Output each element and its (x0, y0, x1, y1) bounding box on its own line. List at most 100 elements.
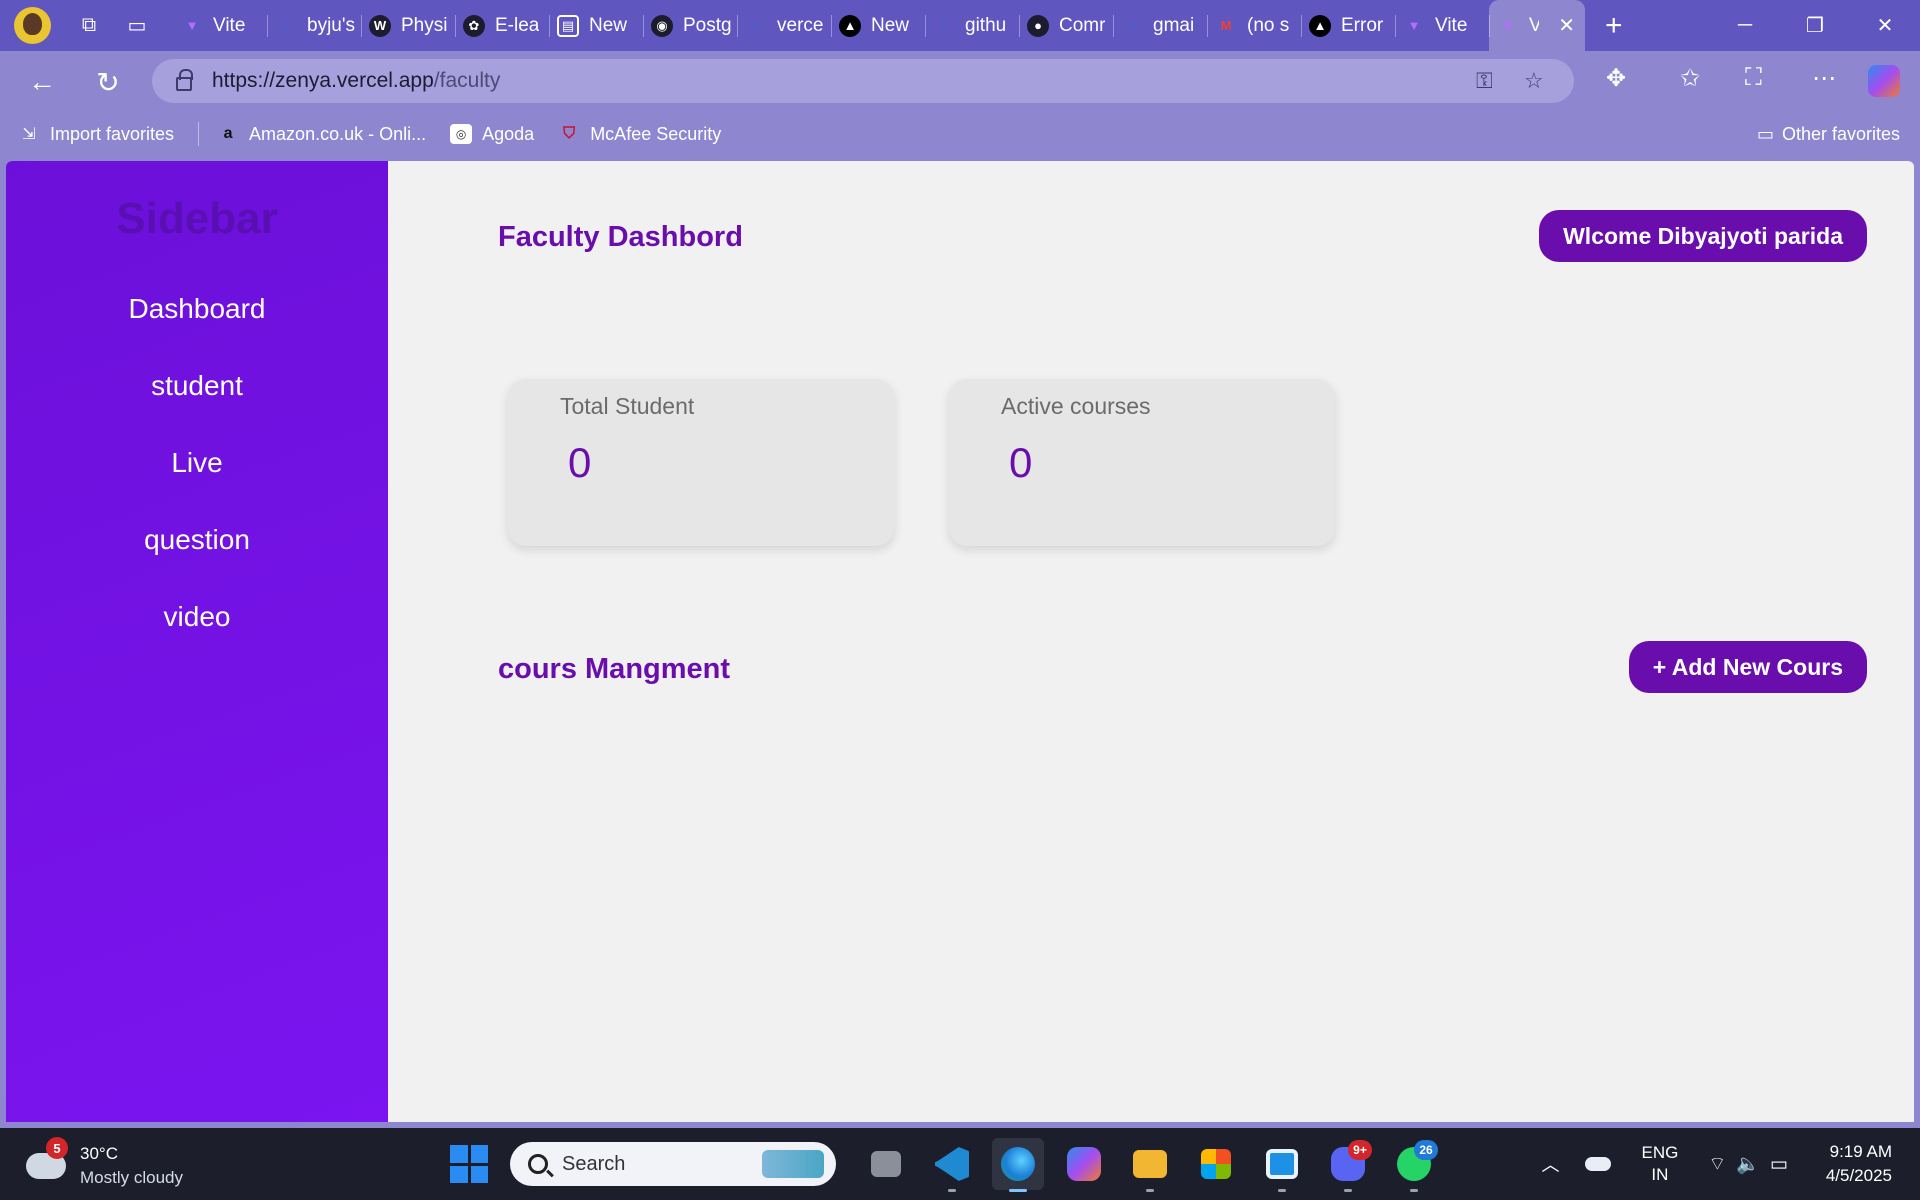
stat-card-total-students: Total Student 0 (508, 379, 894, 546)
search-icon: ○ (1128, 18, 1136, 33)
divider (198, 122, 200, 146)
sidebar-item-dashboard[interactable]: Dashboard (6, 270, 388, 347)
refresh-icon[interactable]: ↻ (90, 64, 126, 100)
chevron-up-icon[interactable]: ︿ (1541, 1151, 1559, 1177)
close-tab-icon[interactable]: ✕ (1558, 13, 1575, 38)
amazon-icon: a (223, 125, 233, 142)
profile-avatar[interactable] (14, 7, 51, 44)
browser-tab[interactable]: M (no s (1207, 0, 1301, 51)
microsoft-store-icon[interactable] (1190, 1138, 1242, 1190)
task-view-icon[interactable] (860, 1138, 912, 1190)
folder-icon: ▭ (1756, 123, 1774, 144)
search-icon (528, 1154, 548, 1174)
search-highlight-icon (762, 1150, 824, 1178)
vite-icon: ▼ (185, 18, 199, 33)
wordpress-icon: W (369, 14, 391, 37)
minimize-icon[interactable]: ─ (1710, 0, 1780, 51)
browser-tab[interactable]: ○ verce (737, 0, 831, 51)
file-explorer-icon[interactable] (1124, 1138, 1176, 1192)
vscode-icon[interactable] (926, 1138, 978, 1192)
browser-tab[interactable]: ▤ New (549, 0, 643, 51)
browser-tab[interactable]: ○ gmai (1113, 0, 1207, 51)
browser-tab[interactable]: ▲ New (831, 0, 925, 51)
sidebar-item-live[interactable]: Live (6, 424, 388, 501)
sidebar-item-video[interactable]: video (6, 578, 388, 655)
import-icon: ⇲ (22, 126, 36, 143)
vercel-icon: ▲ (839, 14, 861, 37)
add-new-course-button[interactable]: + Add New Cours (1628, 641, 1867, 693)
favorite-agoda[interactable]: ◎ Agoda (450, 124, 534, 145)
vertical-tabs-icon[interactable]: ▭ (117, 6, 157, 46)
browser-tab[interactable]: ✿ E-lea (455, 0, 549, 51)
weather-condition: Mostly cloudy (80, 1168, 183, 1187)
clock-time: 9:19 AM (1829, 1142, 1892, 1161)
windows-start-icon[interactable] (450, 1145, 488, 1183)
stat-value: 0 (1009, 439, 1033, 486)
sidebar-nav: Dashboard student Live question video (6, 270, 388, 655)
welcome-user-button[interactable]: Wlcome Dibyajyoti parida (1539, 210, 1867, 262)
browser-tab-active[interactable]: ▼ V ✕ (1489, 0, 1585, 51)
edge-icon[interactable] (992, 1138, 1044, 1192)
search-icon: ○ (282, 18, 290, 33)
clock-date: 4/5/2025 (1825, 1166, 1892, 1185)
screenshot-icon[interactable]: ⛶ (1745, 64, 1762, 92)
copilot-icon[interactable] (1868, 65, 1900, 97)
close-window-icon[interactable]: ✕ (1850, 0, 1920, 51)
lock-icon[interactable] (176, 69, 193, 91)
browser-tab[interactable]: ○ githu (925, 0, 1019, 51)
browser-tab[interactable]: ◉ Postg (643, 0, 737, 51)
stat-label: Active courses (1001, 393, 1151, 419)
whatsapp-icon[interactable]: 26 (1388, 1138, 1440, 1192)
wifi-volume-battery-icon[interactable]: ⌔🔈▭ (1708, 1152, 1797, 1176)
weather-text: 30°C Mostly cloudy (80, 1142, 183, 1190)
agoda-icon: ◎ (450, 124, 473, 144)
browser-tab[interactable]: ○ byju's (267, 0, 361, 51)
discord-icon[interactable]: 9+ (1322, 1138, 1374, 1192)
clock[interactable]: 9:19 AM 4/5/2025 (1826, 1140, 1892, 1188)
address-bar[interactable]: https://zenya.vercel.app/faculty ⚿ ☆ (152, 59, 1574, 103)
stat-label: Total Student (560, 393, 695, 419)
vite-icon: ▼ (1501, 18, 1515, 33)
sidebar-item-student[interactable]: student (6, 347, 388, 424)
postgres-icon: ◉ (651, 14, 673, 37)
favorite-import[interactable]: ⇲ Import favorites (18, 124, 174, 145)
new-tab-icon[interactable]: + (1605, 9, 1623, 43)
browser-tab[interactable]: ▲ Error (1301, 0, 1395, 51)
browser-tab[interactable]: W Physi (361, 0, 455, 51)
search-icon: ○ (752, 18, 760, 33)
newtab-icon: ▤ (557, 14, 579, 37)
favorite-star-icon[interactable]: ☆ (1524, 68, 1544, 94)
sidebar-item-question[interactable]: question (6, 501, 388, 578)
discord-badge: 9+ (1348, 1140, 1372, 1160)
favorites-bar: ⇲ Import favorites a Amazon.co.uk - Onli..… (0, 111, 1920, 157)
copilot-app-icon[interactable] (1058, 1138, 1110, 1190)
language-indicator[interactable]: ENG IN (1641, 1142, 1678, 1186)
whatsapp-badge: 26 (1414, 1140, 1438, 1160)
browser-tab[interactable]: ▼ Vite (1395, 0, 1489, 51)
notepad-icon[interactable] (1256, 1138, 1308, 1192)
taskbar-search[interactable]: Search (510, 1142, 836, 1186)
back-icon[interactable]: ← (24, 64, 60, 100)
favorite-mcafee[interactable]: ⛉ McAfee Security (558, 124, 721, 145)
key-icon[interactable]: ⚿ (1476, 68, 1493, 94)
browser-tab[interactable]: ▼ Vite (173, 0, 267, 51)
other-favorites[interactable]: ▭ Other favorites (1757, 124, 1900, 145)
page-title: Faculty Dashbord (498, 221, 743, 253)
more-menu-icon[interactable]: ⋯ (1812, 64, 1836, 93)
system-tray: ︿ ENG IN ⌔🔈▭ 9:19 AM 4/5/2025 (1541, 1128, 1920, 1200)
stat-card-active-courses: Active courses 0 (949, 379, 1335, 546)
onedrive-icon[interactable] (1585, 1157, 1612, 1171)
sidebar-title: Sidebar (116, 194, 278, 243)
taskbar-search-label: Search (562, 1152, 626, 1175)
main-content: Faculty Dashbord Wlcome Dibyajyoti parid… (388, 161, 1914, 1122)
vercel-icon: ▲ (1309, 14, 1331, 37)
favorite-amazon[interactable]: a Amazon.co.uk - Onli... (217, 124, 427, 145)
extensions-icon[interactable]: ✥ (1606, 64, 1626, 93)
favorites-icon[interactable]: ✩ (1680, 64, 1700, 93)
weather-widget[interactable]: 5 30°C Mostly cloudy (26, 1137, 183, 1190)
workspaces-icon[interactable]: ⧉ (69, 6, 109, 46)
browser-tab[interactable]: ● Comr (1019, 0, 1113, 51)
weather-badge: 5 (46, 1137, 68, 1159)
restore-icon[interactable]: ❐ (1780, 0, 1850, 51)
url-text[interactable]: https://zenya.vercel.app/faculty (212, 69, 500, 93)
